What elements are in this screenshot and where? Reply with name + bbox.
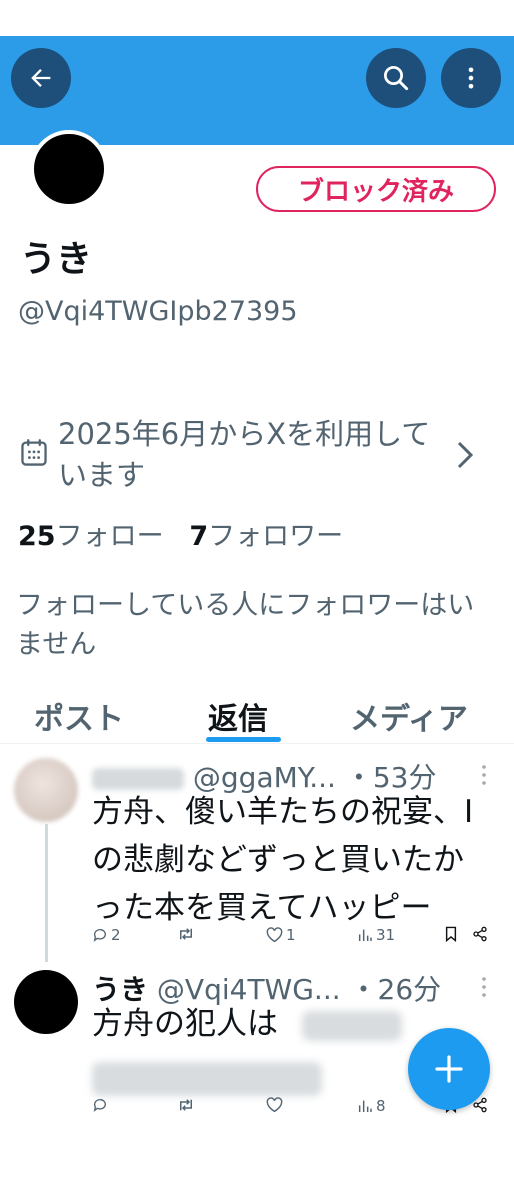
compose-button[interactable] (408, 1028, 490, 1110)
heart-icon (266, 927, 283, 943)
share-icon (473, 926, 487, 942)
blocked-button[interactable]: ブロック済み (256, 166, 496, 212)
post-actions: 2 1 31 (92, 926, 502, 950)
reply-icon (93, 929, 106, 942)
post-text: 方舟、傻い羊たちの祝宴、Iの悲劇などずっと買いたかった本を買えてハッピー (92, 794, 474, 926)
post-text-visible: 方舟の犯人は (92, 1006, 278, 1042)
mutual-followers-note: フォローしている人にフォロワーはいません (16, 590, 475, 660)
share-button[interactable] (472, 926, 491, 942)
views-button[interactable]: 8 (357, 1097, 386, 1115)
follow-stats: 25フォロー 7フォロワー (18, 514, 343, 553)
views-button[interactable]: 31 (357, 926, 395, 944)
more-icon[interactable] (478, 976, 490, 998)
more-button[interactable] (441, 48, 501, 108)
profile-banner (0, 36, 514, 145)
profile-handle: @Vqi4TWGIpb27395 (18, 296, 298, 327)
like-count: 1 (286, 926, 296, 944)
views-count: 8 (376, 1097, 386, 1115)
profile-name: うき (20, 239, 93, 280)
like-button[interactable]: 1 (266, 926, 296, 944)
reply-count: 2 (111, 926, 121, 944)
joined-date-row[interactable]: 2025年6月からXを利用しています (18, 410, 498, 500)
profile-tabs: ポスト 返信 メディア (0, 688, 514, 744)
tab-media[interactable]: メディア (350, 694, 468, 750)
plus-icon (435, 1055, 463, 1083)
chevron-right-icon (457, 441, 474, 469)
back-button[interactable] (11, 48, 71, 108)
views-icon (358, 1100, 372, 1112)
post-item[interactable]: @ggaMY... ・53分 方舟、傻い羊たちの祝宴、Iの悲劇などずっと買いたか… (0, 750, 514, 960)
blurred-text (92, 1061, 322, 1096)
reply-icon (93, 1099, 106, 1112)
repost-button[interactable] (177, 1097, 198, 1113)
reply-button[interactable]: 2 (92, 926, 121, 944)
post-avatar[interactable] (14, 970, 78, 1034)
views-count: 31 (376, 926, 396, 944)
profile-avatar[interactable] (30, 130, 108, 208)
like-button[interactable] (266, 1097, 286, 1113)
followers-count[interactable]: 7 (189, 521, 208, 552)
search-icon (384, 66, 409, 91)
more-icon[interactable] (478, 764, 490, 786)
repost-icon (180, 928, 192, 940)
blurred-text (301, 1010, 402, 1041)
tab-posts[interactable]: ポスト (34, 694, 124, 750)
repost-icon (180, 1099, 192, 1111)
post-avatar[interactable] (14, 758, 78, 822)
repost-button[interactable] (177, 926, 198, 942)
joined-date-text: 2025年6月からXを利用しています (58, 417, 431, 492)
arrow-left-icon (31, 69, 51, 87)
bookmark-icon (445, 926, 457, 942)
active-tab-indicator (206, 737, 281, 742)
following-count[interactable]: 25 (18, 521, 56, 552)
search-button[interactable] (366, 48, 426, 108)
blurred-author-name (92, 768, 184, 790)
heart-icon (266, 1097, 283, 1113)
followers-label[interactable]: フォロワー (208, 521, 343, 552)
more-vertical-icon (468, 67, 474, 89)
following-label[interactable]: フォロー (56, 521, 164, 552)
reply-button[interactable] (92, 1097, 111, 1113)
thread-line (45, 824, 48, 962)
calendar-icon (21, 439, 47, 466)
views-icon (358, 929, 372, 941)
bookmark-button[interactable] (444, 926, 461, 942)
